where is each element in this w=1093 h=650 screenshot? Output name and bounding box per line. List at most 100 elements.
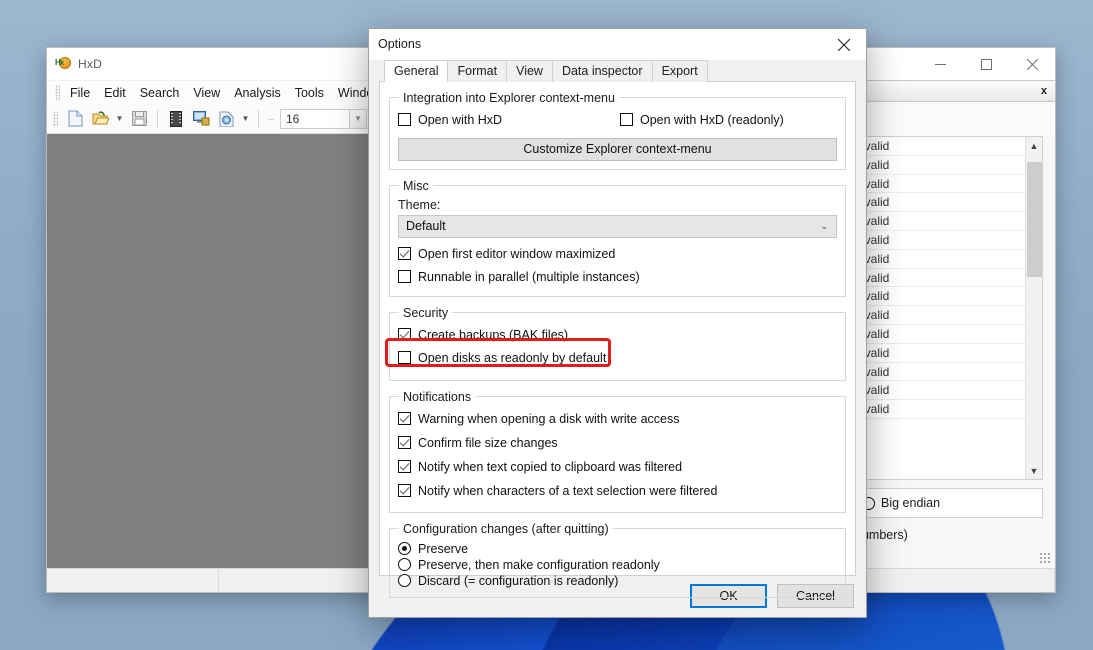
- menubar-drag-grip[interactable]: [55, 84, 60, 101]
- open-ram-icon[interactable]: [190, 108, 212, 130]
- notifications-group: Notifications Warning when opening a dis…: [389, 389, 846, 513]
- confirm-file-size-label: Confirm file size changes: [418, 435, 558, 450]
- open-first-editor-maximized-row[interactable]: Open first editor window maximized: [398, 247, 837, 261]
- warn-write-access-label: Warning when opening a disk with write a…: [418, 411, 680, 426]
- notify-clipboard-filtered-label: Notify when text copied to clipboard was…: [418, 459, 683, 474]
- bytes-per-row-icon: ↔: [267, 114, 276, 123]
- list-item[interactable]: nvalid: [856, 344, 1025, 363]
- tab-data-inspector[interactable]: Data inspector: [551, 59, 653, 82]
- list-item[interactable]: nvalid: [856, 306, 1025, 325]
- open-with-hxd-readonly-checkbox-row[interactable]: Open with HxD (readonly): [620, 113, 784, 127]
- list-item[interactable]: nvalid: [856, 137, 1025, 156]
- preserve-label: Preserve: [418, 541, 469, 556]
- menu-item-search[interactable]: Search: [133, 84, 187, 102]
- confirm-file-size-checkbox[interactable]: [398, 436, 411, 450]
- list-item[interactable]: nvalid: [856, 250, 1025, 269]
- warn-write-access-row[interactable]: Warning when opening a disk with write a…: [398, 412, 837, 426]
- save-icon[interactable]: [128, 108, 150, 130]
- notify-selection-filtered-checkbox[interactable]: [398, 484, 411, 498]
- open-with-hxd-checkbox-row[interactable]: Open with HxD: [398, 113, 620, 127]
- preserve-radio-row[interactable]: Preserve: [398, 542, 837, 556]
- open-file-icon[interactable]: [89, 108, 111, 130]
- open-disk-icon[interactable]: [165, 108, 187, 130]
- options-tab-strip: General Format View Data inspector Expor…: [379, 59, 856, 82]
- close-icon[interactable]: [822, 29, 866, 60]
- list-item[interactable]: nvalid: [856, 363, 1025, 382]
- list-item[interactable]: nvalid: [856, 325, 1025, 344]
- open-with-hxd-checkbox[interactable]: [398, 113, 411, 127]
- minimize-icon[interactable]: [917, 48, 963, 80]
- menu-item-tools[interactable]: Tools: [288, 84, 331, 102]
- list-item[interactable]: nvalid: [856, 231, 1025, 250]
- toolbar-drag-grip[interactable]: [53, 110, 58, 127]
- options-dialog-title-bar: Options: [369, 29, 866, 60]
- discard-radio[interactable]: [398, 574, 411, 588]
- data-inspector-rows: nvalid nvalid nvalid nvalid nvalid nvali…: [856, 137, 1025, 479]
- scroll-up-arrow-icon[interactable]: ▲: [1026, 137, 1043, 154]
- notify-clipboard-filtered-row[interactable]: Notify when text copied to clipboard was…: [398, 460, 837, 474]
- misc-group-legend: Misc: [403, 178, 429, 193]
- theme-select[interactable]: Default ⌄: [398, 214, 837, 238]
- list-item[interactable]: nvalid: [856, 156, 1025, 175]
- status-cell-1: [47, 569, 219, 592]
- close-icon[interactable]: [1009, 48, 1055, 80]
- create-backups-checkbox[interactable]: [398, 328, 411, 342]
- bytes-per-row-chevron-down-icon[interactable]: ▼: [350, 108, 367, 129]
- customize-explorer-context-menu-button[interactable]: Customize Explorer context-menu: [398, 137, 837, 161]
- data-inspector-list: nvalid nvalid nvalid nvalid nvalid nvali…: [855, 136, 1043, 480]
- maximize-icon[interactable]: [963, 48, 1009, 80]
- open-disk-image-icon[interactable]: [215, 108, 237, 130]
- list-item[interactable]: nvalid: [856, 212, 1025, 231]
- notify-clipboard-filtered-checkbox[interactable]: [398, 460, 411, 474]
- tab-view[interactable]: View: [506, 59, 553, 82]
- data-inspector-header-gap: [855, 102, 1055, 136]
- discard-radio-row[interactable]: Discard (= configuration is readonly): [398, 574, 837, 588]
- theme-selected-value: Default: [406, 219, 446, 234]
- list-item[interactable]: nvalid: [856, 269, 1025, 288]
- tab-format[interactable]: Format: [447, 59, 508, 82]
- scrollbar-track[interactable]: [1026, 154, 1043, 462]
- notify-selection-filtered-row[interactable]: Notify when characters of a text selecti…: [398, 484, 837, 498]
- menu-item-view[interactable]: View: [186, 84, 227, 102]
- panel-close-icon[interactable]: x: [1041, 85, 1047, 97]
- tab-general[interactable]: General: [384, 59, 449, 82]
- open-disk-dropdown-arrow[interactable]: ▼: [240, 108, 251, 130]
- data-inspector-scrollbar[interactable]: ▲ ▼: [1025, 137, 1042, 479]
- options-dialog: Options General Format View Data inspect…: [368, 28, 867, 618]
- list-item[interactable]: nvalid: [856, 287, 1025, 307]
- preserve-readonly-radio-row[interactable]: Preserve, then make configuration readon…: [398, 558, 837, 572]
- list-item[interactable]: nvalid: [856, 381, 1025, 401]
- open-file-dropdown-arrow[interactable]: ▼: [114, 108, 125, 130]
- open-disks-readonly-row[interactable]: Open disks as readonly by default: [398, 351, 837, 365]
- menu-item-file[interactable]: File: [63, 84, 97, 102]
- tab-export[interactable]: Export: [651, 59, 708, 82]
- open-with-hxd-readonly-label: Open with HxD (readonly): [640, 112, 784, 127]
- open-disks-readonly-label: Open disks as readonly by default: [418, 350, 607, 365]
- new-file-icon[interactable]: [64, 108, 86, 130]
- runnable-in-parallel-row[interactable]: Runnable in parallel (multiple instances…: [398, 270, 837, 284]
- confirm-file-size-row[interactable]: Confirm file size changes: [398, 436, 837, 450]
- general-tab-page: Integration into Explorer context-menu O…: [379, 80, 856, 598]
- runnable-in-parallel-checkbox[interactable]: [398, 270, 411, 284]
- list-item[interactable]: nvalid: [856, 193, 1025, 213]
- bytes-per-row-input[interactable]: 16: [280, 108, 350, 129]
- create-backups-row[interactable]: Create backups (BAK files): [398, 328, 837, 342]
- configuration-changes-group: Configuration changes (after quitting) P…: [389, 521, 846, 598]
- scroll-down-arrow-icon[interactable]: ▼: [1026, 462, 1043, 479]
- open-first-editor-maximized-checkbox[interactable]: [398, 247, 411, 261]
- discard-label: Discard (= configuration is readonly): [418, 573, 619, 588]
- open-with-hxd-label: Open with HxD: [418, 112, 503, 127]
- menu-item-edit[interactable]: Edit: [97, 84, 133, 102]
- open-with-hxd-readonly-checkbox[interactable]: [620, 113, 633, 127]
- menu-item-analysis[interactable]: Analysis: [227, 84, 288, 102]
- list-item[interactable]: nvalid: [856, 175, 1025, 194]
- open-disks-readonly-checkbox[interactable]: [398, 351, 411, 365]
- scrollbar-thumb[interactable]: [1026, 162, 1042, 277]
- preserve-radio[interactable]: [398, 542, 411, 556]
- create-backups-label: Create backups (BAK files): [418, 327, 569, 342]
- warn-write-access-checkbox[interactable]: [398, 412, 411, 426]
- window-resize-grip[interactable]: [1039, 552, 1051, 564]
- preserve-readonly-radio[interactable]: [398, 558, 411, 572]
- list-item[interactable]: nvalid: [856, 400, 1025, 419]
- data-inspector-panel: x nvalid nvalid nvalid nvalid nvalid nva…: [855, 80, 1055, 568]
